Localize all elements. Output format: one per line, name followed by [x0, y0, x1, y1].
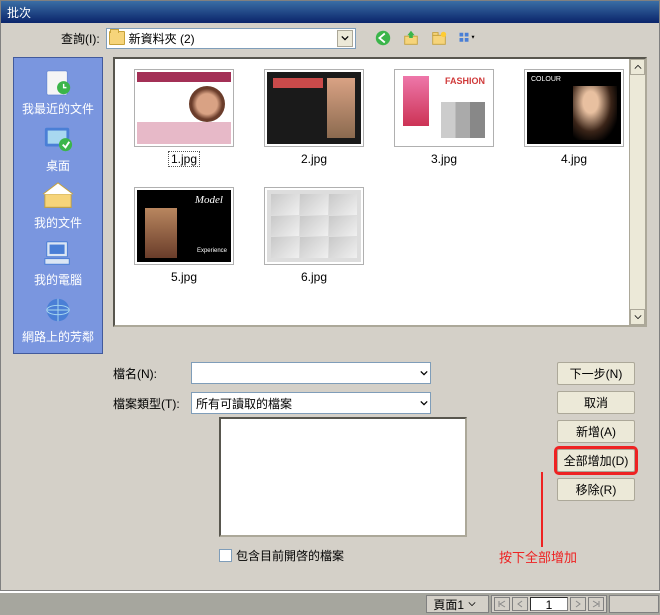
- sidebar-item-mycomp[interactable]: 我的電腦: [34, 237, 82, 288]
- next-page-icon[interactable]: [570, 597, 586, 611]
- mycomp-icon: [40, 237, 76, 269]
- lookin-value: 新資料夾 (2): [129, 30, 195, 47]
- statusbar: 頁面1 1: [0, 593, 660, 615]
- file-label: 5.jpg: [168, 269, 200, 285]
- batch-dialog: 批次 查詢(I): 新資料夾 (2) 我最近的: [0, 0, 660, 591]
- file-item[interactable]: 6.jpg: [259, 187, 369, 285]
- lookin-row: 查詢(I): 新資料夾 (2): [61, 27, 647, 49]
- addall-button[interactable]: 全部增加(D): [557, 449, 635, 472]
- file-item[interactable]: 4.jpg: [519, 69, 629, 167]
- mydocs-icon: [40, 180, 76, 212]
- sidebar-item-mydocs[interactable]: 我的文件: [34, 180, 82, 231]
- include-open-row: 包含目前開啓的檔案: [219, 547, 344, 564]
- filetype-value: 所有可讀取的檔案: [196, 395, 292, 412]
- file-item[interactable]: 1.jpg: [129, 69, 239, 167]
- file-list[interactable]: 1.jpg 2.jpg 3.jpg 4.jpg Experience5.jpg …: [113, 57, 647, 327]
- newfolder-icon[interactable]: [428, 27, 450, 49]
- filename-label: 檔名(N):: [113, 365, 185, 382]
- filename-input[interactable]: [191, 362, 431, 384]
- dialog-content: 查詢(I): 新資料夾 (2) 我最近的文件: [13, 27, 647, 552]
- viewmenu-icon[interactable]: [456, 27, 478, 49]
- sidebar-item-label: 我最近的文件: [22, 100, 94, 117]
- scrollbar[interactable]: [629, 59, 645, 325]
- titlebar[interactable]: 批次: [1, 1, 659, 23]
- sidebar-item-label: 網路上的芳鄰: [22, 328, 94, 345]
- cancel-button[interactable]: 取消: [557, 391, 635, 414]
- add-button[interactable]: 新增(A): [557, 420, 635, 443]
- file-label: 4.jpg: [558, 151, 590, 167]
- desktop-icon: [40, 123, 76, 155]
- next-button[interactable]: 下一步(N): [557, 362, 635, 385]
- network-icon: [40, 294, 76, 326]
- chevron-down-icon[interactable]: [337, 30, 353, 47]
- selected-files-list[interactable]: [219, 417, 467, 537]
- sidebar-item-label: 我的電腦: [34, 271, 82, 288]
- scroll-up-icon[interactable]: [630, 59, 645, 75]
- filetype-dropdown[interactable]: 所有可讀取的檔案: [191, 392, 431, 414]
- first-page-icon[interactable]: [494, 597, 510, 611]
- sidebar-item-network[interactable]: 網路上的芳鄰: [22, 294, 94, 345]
- lookin-dropdown[interactable]: 新資料夾 (2): [106, 28, 356, 49]
- last-page-icon[interactable]: [588, 597, 604, 611]
- right-buttons: 下一步(N) 取消 新增(A) 全部增加(D) 移除(R): [557, 362, 635, 501]
- file-item[interactable]: 2.jpg: [259, 69, 369, 167]
- back-icon[interactable]: [372, 27, 394, 49]
- file-label: 6.jpg: [298, 269, 330, 285]
- remove-button[interactable]: 移除(R): [557, 478, 635, 501]
- callout-line: [541, 472, 543, 547]
- prev-page-icon[interactable]: [512, 597, 528, 611]
- chevron-down-icon[interactable]: [420, 366, 428, 380]
- folder-icon: [109, 31, 125, 45]
- recent-icon: [40, 66, 76, 98]
- sidebar-item-label: 我的文件: [34, 214, 82, 231]
- nav-icons: [372, 27, 478, 49]
- body-row: 我最近的文件 桌面 我的文件 我的電腦 網路上的芳鄰: [13, 57, 647, 354]
- chevron-down-icon[interactable]: [420, 396, 428, 410]
- status-nav-seg: 1: [491, 595, 607, 613]
- file-item[interactable]: 3.jpg: [389, 69, 499, 167]
- status-page-seg: 頁面1: [426, 595, 489, 613]
- scroll-down-icon[interactable]: [630, 309, 645, 325]
- page-number-input[interactable]: 1: [530, 597, 568, 611]
- include-open-checkbox[interactable]: [219, 549, 232, 562]
- file-item[interactable]: Experience5.jpg: [129, 187, 239, 285]
- status-empty-seg: [609, 595, 659, 613]
- window-title: 批次: [7, 6, 31, 20]
- file-label: 2.jpg: [298, 151, 330, 167]
- callout-text: 按下全部增加: [499, 547, 577, 566]
- places-sidebar: 我最近的文件 桌面 我的文件 我的電腦 網路上的芳鄰: [13, 57, 103, 354]
- sidebar-item-label: 桌面: [46, 157, 70, 174]
- lookin-label: 查詢(I):: [61, 30, 100, 47]
- file-label: 1.jpg: [168, 151, 200, 167]
- sidebar-item-recent[interactable]: 我最近的文件: [22, 66, 94, 117]
- filetype-label: 檔案類型(T):: [113, 395, 185, 412]
- sidebar-item-desktop[interactable]: 桌面: [40, 123, 76, 174]
- include-open-label: 包含目前開啓的檔案: [236, 547, 344, 564]
- status-page-label: 頁面1: [433, 596, 464, 613]
- chevron-down-icon[interactable]: [468, 597, 482, 611]
- file-label: 3.jpg: [428, 151, 460, 167]
- up-icon[interactable]: [400, 27, 422, 49]
